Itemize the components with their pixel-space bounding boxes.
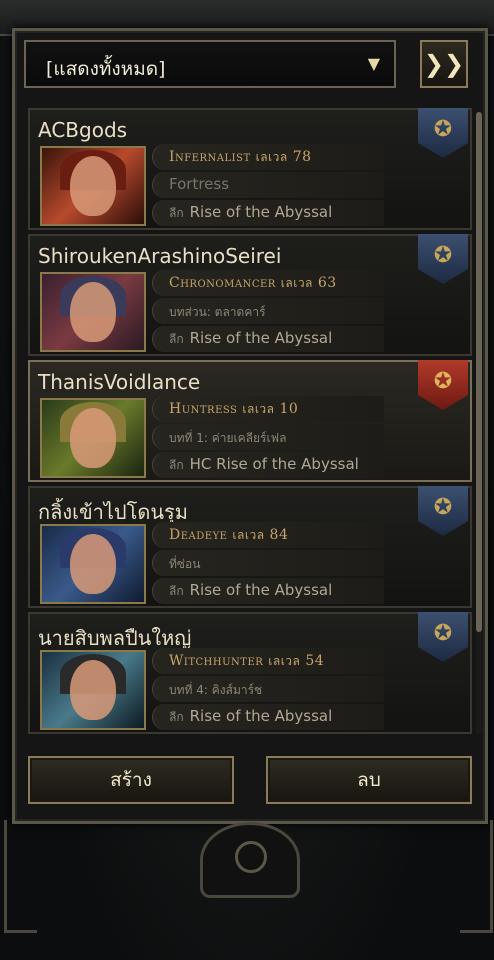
level-label: เลเวล [280, 276, 313, 290]
character-card[interactable]: กลิ้งเข้าไปโดนรุม Deadeye เลเวล 84 ที่ซ่… [28, 486, 472, 608]
character-name: ThanisVoidlance [38, 370, 201, 394]
class-row: Infernalist เลเวล 78 [152, 144, 384, 170]
action-bar: สร้าง ลบ [18, 748, 478, 810]
portrait-face [70, 282, 116, 342]
character-class: Chronomancer [169, 275, 276, 291]
level-label: เลเวล [268, 654, 301, 668]
character-league: Rise of the Abyssal [189, 203, 333, 221]
location-row: ที่ซ่อน [152, 550, 384, 576]
league-row: ลีก Rise of the Abyssal [152, 704, 384, 730]
league-row: ลีก HC Rise of the Abyssal [152, 452, 384, 478]
class-row: Witchhunter เลเวล 54 [152, 648, 384, 674]
character-name: ShiroukenArashinoSeirei [38, 244, 282, 268]
filter-label: [แสดงทั้งหมด] [46, 58, 166, 80]
character-location: บทส่วน: ตลาดคาร์ [169, 305, 266, 319]
character-level: 63 [317, 275, 337, 291]
character-list[interactable]: ACBgods Infernalist เลเวล 78 Fortress ลี… [28, 108, 474, 736]
create-button[interactable]: สร้าง [28, 756, 234, 804]
character-name: ACBgods [38, 118, 128, 142]
league-banner-icon: ✪ [418, 612, 468, 662]
character-card[interactable]: ACBgods Infernalist เลเวล 78 Fortress ลี… [28, 108, 472, 230]
league-banner-icon: ✪ [418, 360, 468, 410]
character-class: Huntress [169, 401, 238, 417]
class-row: Deadeye เลเวล 84 [152, 522, 384, 548]
league-row: ลีก Rise of the Abyssal [152, 578, 384, 604]
character-league: Rise of the Abyssal [189, 329, 333, 347]
portrait-face [70, 660, 116, 720]
character-class: Infernalist [169, 149, 251, 165]
character-portrait [40, 146, 146, 226]
portrait-face [70, 156, 116, 216]
character-level: 10 [279, 401, 299, 417]
character-location: บทที่ 1: ค่ายเคลียร์เฟล [169, 431, 287, 445]
level-label: เลเวล [255, 150, 288, 164]
portrait-face [70, 534, 116, 594]
league-label: ลีก [169, 458, 184, 472]
class-row: Chronomancer เลเวล 63 [152, 270, 384, 296]
league-banner-icon: ✪ [418, 486, 468, 536]
bottom-ornament [200, 822, 300, 898]
league-row: ลีก Rise of the Abyssal [152, 200, 384, 226]
class-row: Huntress เลเวล 10 [152, 396, 384, 422]
character-portrait [40, 524, 146, 604]
league-banner-icon: ✪ [418, 234, 468, 284]
scrollbar[interactable] [476, 112, 482, 734]
character-class: Deadeye [169, 527, 228, 543]
league-label: ลีก [169, 710, 184, 724]
delete-button[interactable]: ลบ [266, 756, 472, 804]
location-row: Fortress [152, 172, 384, 198]
character-class: Witchhunter [169, 653, 264, 669]
left-ornament [4, 820, 37, 933]
league-label: ลีก [169, 206, 184, 220]
expand-button[interactable]: ❯❯ [420, 40, 468, 88]
level-label: เลเวล [242, 402, 275, 416]
character-card[interactable]: ThanisVoidlance Huntress เลเวล 10 บทที่ … [28, 360, 472, 482]
league-label: ลีก [169, 332, 184, 346]
character-league: Rise of the Abyssal [189, 581, 333, 599]
character-league: HC Rise of the Abyssal [189, 455, 359, 473]
league-label: ลีก [169, 584, 184, 598]
character-card[interactable]: ShiroukenArashinoSeirei Chronomancer เลเ… [28, 234, 472, 356]
character-location: บทที่ 4: คิงส์มาร์ช [169, 683, 263, 697]
character-card[interactable]: นายสิบพลปืนใหญ่ Witchhunter เลเวล 54 บทท… [28, 612, 472, 734]
league-row: ลีก Rise of the Abyssal [152, 326, 384, 352]
character-level: 84 [269, 527, 289, 543]
double-chevron-right-icon: ❯❯ [423, 50, 465, 78]
level-label: เลเวล [232, 528, 265, 542]
dropdown-arrow-icon: ▼ [367, 54, 380, 73]
character-league: Rise of the Abyssal [189, 707, 333, 725]
character-level: 78 [292, 149, 312, 165]
league-filter-dropdown[interactable]: [แสดงทั้งหมด] ▼ [24, 40, 396, 88]
location-row: บทส่วน: ตลาดคาร์ [152, 298, 384, 324]
character-location: ที่ซ่อน [169, 557, 201, 571]
character-portrait [40, 272, 146, 352]
league-banner-icon: ✪ [418, 108, 468, 158]
right-ornament [460, 820, 493, 933]
character-level: 54 [305, 653, 325, 669]
portrait-face [70, 408, 116, 468]
character-location: Fortress [169, 175, 230, 193]
scrollbar-thumb[interactable] [476, 112, 482, 632]
location-row: บทที่ 1: ค่ายเคลียร์เฟล [152, 424, 384, 450]
location-row: บทที่ 4: คิงส์มาร์ช [152, 676, 384, 702]
character-portrait [40, 398, 146, 478]
character-portrait [40, 650, 146, 730]
